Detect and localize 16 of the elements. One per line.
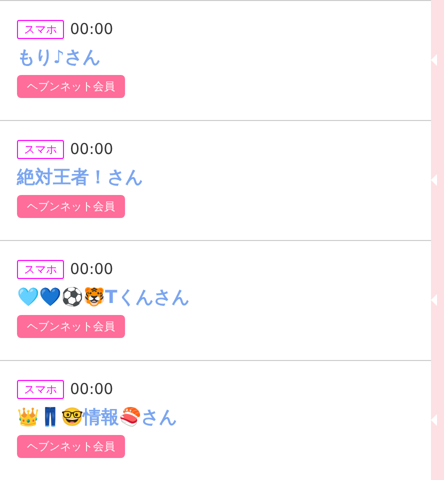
user-name: 🩵💙⚽🐯Tくんさん [17, 286, 190, 310]
device-tag: スマホ [17, 20, 64, 39]
member-badge: ヘブンネット会員 [17, 314, 125, 338]
member-badge: ヘブンネット会員 [17, 434, 125, 458]
time-text: 00:00 [70, 19, 114, 40]
member-badge: ヘブンネット会員 [17, 74, 125, 98]
time-text: 00:00 [70, 139, 114, 160]
device-tag: スマホ [17, 260, 64, 279]
device-tag: スマホ [17, 380, 64, 399]
user-name: 絶対王者！さん [17, 166, 143, 190]
member-badge: ヘブンネット会員 [17, 194, 125, 218]
user-name: もり♪さん [17, 46, 100, 70]
time-text: 00:00 [70, 259, 114, 280]
user-name: 👑👖🤓情報🍣さん [17, 406, 177, 430]
time-text: 00:00 [70, 379, 114, 400]
device-tag: スマホ [17, 140, 64, 159]
